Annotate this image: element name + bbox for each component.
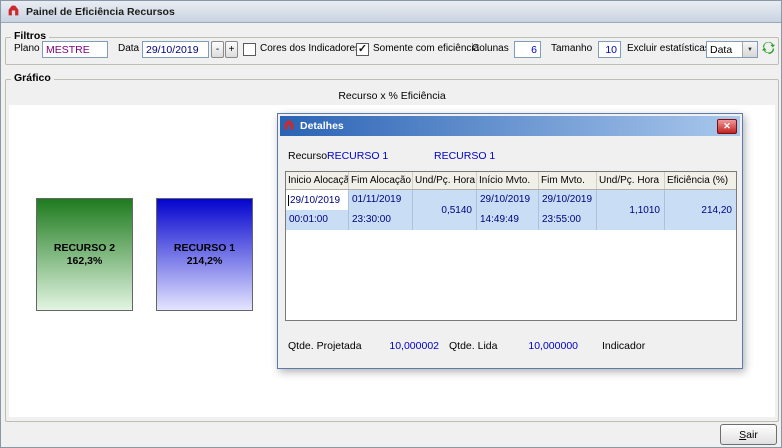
date-increment-button[interactable]: + — [225, 41, 238, 58]
cores-indicadores-label: Cores dos Indicadores — [260, 43, 361, 54]
refresh-icon — [761, 40, 776, 58]
chevron-down-icon: ▼ — [747, 46, 753, 53]
colunas-input[interactable] — [514, 41, 541, 58]
details-dialog: Detalhes ✕ Recurso RECURSO 1 RECURSO 1 I… — [277, 113, 743, 369]
grafico-group-label: Gráfico — [11, 72, 54, 84]
somente-eficiencia-label: Somente com eficiência — [373, 43, 480, 54]
text-caret — [288, 194, 289, 206]
cell-inicio-alocacao-time: 00:01:00 — [289, 214, 328, 225]
close-icon: ✕ — [723, 120, 731, 131]
qtde-projetada-value: 10,000002 — [389, 340, 439, 352]
grid-selected-row[interactable]: 29/10/2019 00:01:00 01/11/2019 23:30:00 … — [286, 190, 736, 230]
cell-fim-mvto: 29/10/2019 23:55:00 — [539, 190, 597, 230]
chart-bar-recurso-1[interactable]: RECURSO 1 214,2% — [156, 198, 253, 311]
data-input[interactable] — [142, 41, 209, 58]
tamanho-label: Tamanho — [551, 43, 593, 54]
grid-empty-area — [286, 230, 736, 320]
date-decrement-button[interactable]: - — [211, 41, 224, 58]
grid-header-inicio-mvto[interactable]: Início Mvto. — [477, 172, 539, 189]
grid-header-eficiencia[interactable]: Eficiência (%) — [665, 172, 736, 189]
grid-header-inicio-alocacao[interactable]: Inicio Alocação — [286, 172, 349, 189]
app-logo-icon — [7, 4, 20, 20]
details-grid: Inicio Alocação Fim Alocação Und/Pç. Hor… — [285, 171, 737, 321]
combobox-value: Data — [710, 43, 733, 56]
excluir-estatisticas-combobox[interactable]: Data ▼ — [706, 41, 758, 58]
app-window: Painel de Eficiência Recursos Filtros Pl… — [0, 0, 782, 448]
grid-header-row: Inicio Alocação Fim Alocação Und/Pç. Hor… — [286, 172, 736, 190]
cell-inicio-alocacao-date-edit[interactable]: 29/10/2019 — [286, 190, 348, 210]
bar-name-label: RECURSO 2 — [53, 242, 116, 254]
data-label: Data — [118, 43, 140, 54]
cell-fim-alocacao: 01/11/2019 23:30:00 — [349, 190, 413, 230]
titlebar[interactable]: Painel de Eficiência Recursos — [1, 1, 781, 23]
plano-input[interactable] — [42, 41, 108, 58]
tamanho-input[interactable] — [598, 41, 621, 58]
recurso-name-value: RECURSO 1 — [434, 150, 496, 162]
grid-header-fim-alocacao[interactable]: Fim Alocação — [349, 172, 413, 189]
dialog-title: Detalhes — [300, 120, 344, 132]
window-title: Painel de Eficiência Recursos — [26, 5, 175, 18]
cell-und-pc-hora-alocacao: 0,5140 — [413, 190, 477, 230]
cell-inicio-alocacao: 29/10/2019 00:01:00 — [286, 190, 349, 230]
colunas-label: Colunas — [472, 43, 509, 54]
recurso-label: Recurso — [288, 150, 328, 162]
check-icon: ✓ — [357, 43, 368, 55]
combobox-dropdown-button[interactable]: ▼ — [742, 42, 757, 57]
cell-inicio-mvto: 29/10/2019 14:49:49 — [477, 190, 539, 230]
cell-und-pc-hora-mvto: 1,1010 — [597, 190, 665, 230]
qtde-projetada-label: Qtde. Projetada — [288, 340, 362, 352]
cores-indicadores-checkbox[interactable] — [243, 43, 256, 56]
dialog-logo-icon — [283, 119, 295, 134]
grid-header-fim-mvto[interactable]: Fim Mvto. — [539, 172, 597, 189]
bar-name-label: RECURSO 1 — [173, 242, 236, 254]
excluir-estatisticas-label: Excluir estatísticas — [627, 43, 710, 54]
refresh-button[interactable] — [758, 39, 778, 59]
qtde-lida-value: 10,000000 — [528, 340, 578, 352]
dialog-close-button[interactable]: ✕ — [717, 118, 737, 134]
bar-value-label: 214,2% — [186, 255, 223, 267]
somente-eficiencia-checkbox[interactable]: ✓ — [356, 43, 369, 56]
chart-title: Recurso x % Eficiência — [338, 90, 446, 102]
cell-eficiencia: 214,20 — [701, 204, 732, 216]
recurso-code-value: RECURSO 1 — [327, 150, 389, 162]
filters-group: Filtros Plano Data - + Cores dos Indicad… — [5, 30, 779, 65]
bar-value-label: 162,3% — [66, 255, 103, 267]
dialog-titlebar[interactable]: Detalhes ✕ — [280, 116, 740, 136]
plano-label: Plano — [14, 43, 40, 54]
sair-button[interactable]: Sair — [720, 424, 777, 445]
indicador-label: Indicador — [602, 340, 646, 352]
grid-header-und-pc-hora-2[interactable]: Und/Pç. Hora — [597, 172, 665, 189]
grid-header-und-pc-hora-1[interactable]: Und/Pç. Hora — [413, 172, 477, 189]
chart-bar-recurso-2[interactable]: RECURSO 2 162,3% — [36, 198, 133, 311]
qtde-lida-label: Qtde. Lida — [449, 340, 498, 352]
